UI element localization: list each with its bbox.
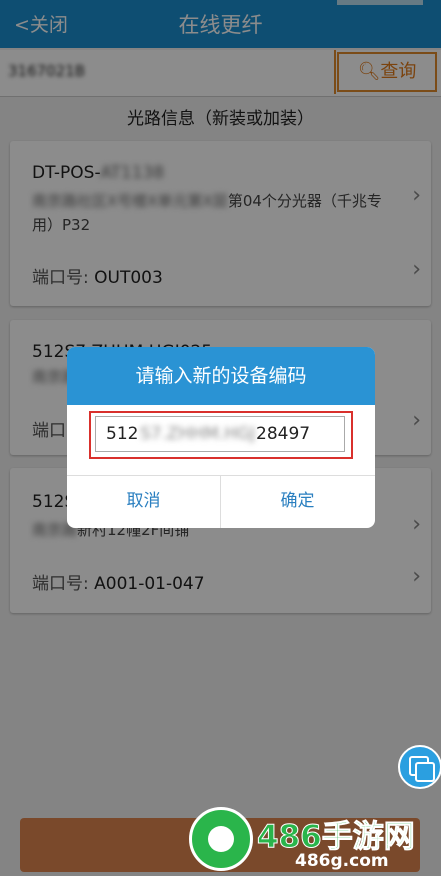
cancel-button[interactable]: 取消: [67, 475, 220, 528]
device-code-input[interactable]: 512 S7.ZHHM.HGJ 28497: [95, 416, 345, 452]
input-highlight: 512 S7.ZHHM.HGJ 28497: [89, 411, 353, 459]
watermark-logo-icon: [189, 807, 253, 871]
floating-window-button[interactable]: [398, 745, 441, 789]
confirm-button[interactable]: 确定: [221, 475, 374, 528]
dialog-title: 请输入新的设备编码: [67, 347, 375, 405]
watermark-brand: 486手游网: [257, 819, 416, 856]
device-code-dialog: 请输入新的设备编码 512 S7.ZHHM.HGJ 28497 取消 确定: [67, 347, 375, 528]
watermark-domain: 486g.com: [295, 851, 389, 871]
watermark: 486手游网 486g.com: [185, 803, 441, 876]
